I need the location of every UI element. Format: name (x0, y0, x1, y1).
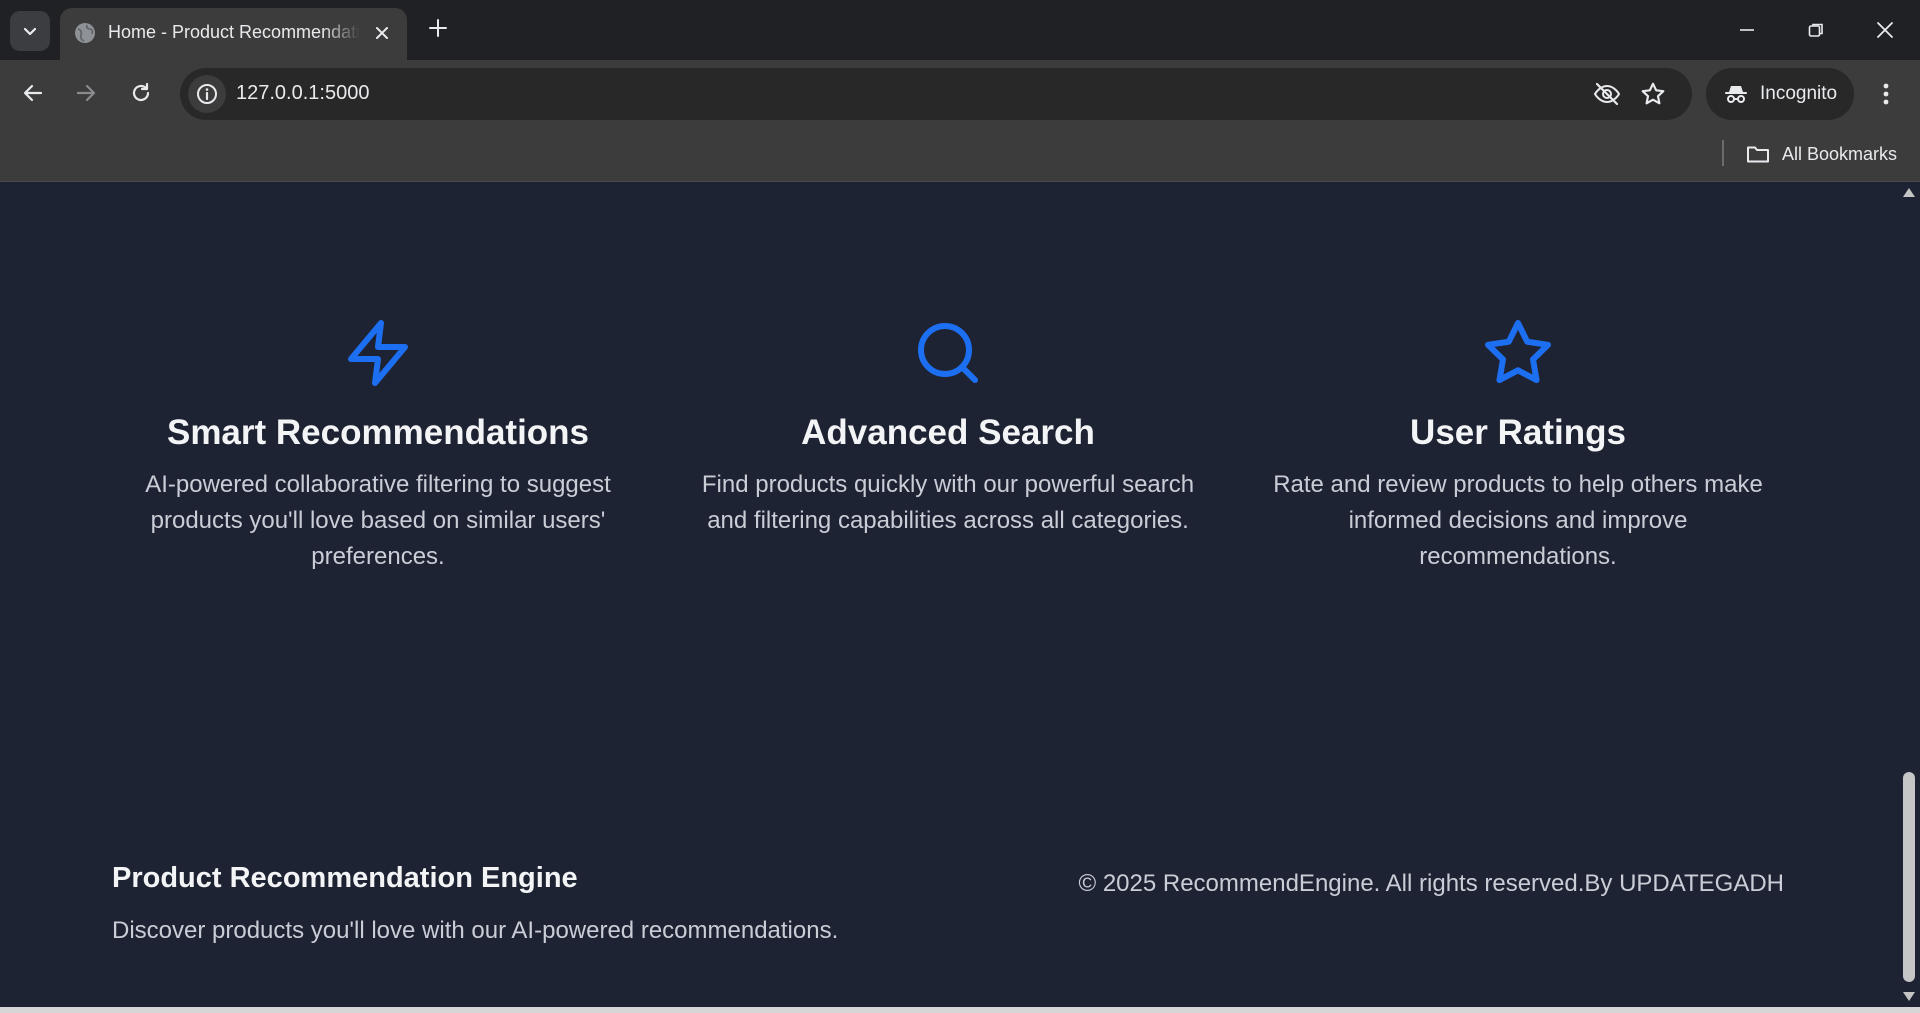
feature-title: User Ratings (1410, 413, 1626, 452)
footer-copyright: © 2025 RecommendEngine. All rights reser… (1078, 870, 1784, 897)
url-text: 127.0.0.1:5000 (236, 82, 370, 104)
search-icon (918, 323, 978, 383)
footer-title: Product Recommendation Engine (112, 862, 578, 894)
footer-tagline: Discover products you'll love with our A… (112, 917, 839, 944)
tab-title: Home - Product Recommendation Engine (108, 22, 360, 42)
close-tab-button[interactable] (371, 22, 393, 44)
feature-card-ratings: User Ratings Rate and review products to… (1258, 317, 1778, 575)
globe-icon (75, 23, 95, 43)
feature-card-recommendations: Smart Recommendations AI-powered collabo… (118, 317, 638, 575)
close-icon (376, 27, 388, 39)
feature-title: Advanced Search (801, 413, 1095, 452)
tracking-protection-button[interactable] (1592, 79, 1622, 109)
restore-icon (1808, 23, 1823, 37)
scroll-up-arrow-icon[interactable] (1903, 188, 1915, 197)
close-icon (1877, 22, 1893, 38)
incognito-indicator[interactable]: Incognito (1706, 68, 1854, 120)
star-icon (1485, 320, 1551, 384)
site-info-button[interactable] (188, 75, 226, 113)
close-window-button[interactable] (1861, 8, 1909, 52)
bookmarks-bar: All Bookmarks (0, 130, 1920, 182)
browser-toolbar: 127.0.0.1:5000 Incognito (0, 60, 1920, 130)
minimize-icon (1740, 29, 1754, 31)
new-tab-button[interactable] (424, 14, 452, 42)
chevron-down-icon (23, 27, 37, 36)
info-icon (197, 84, 217, 104)
reload-button[interactable] (120, 72, 162, 114)
restore-button[interactable] (1792, 8, 1840, 52)
all-bookmarks-button[interactable]: All Bookmarks (1746, 138, 1897, 170)
bookmark-star-button[interactable] (1638, 79, 1668, 109)
arrow-right-icon (76, 84, 96, 102)
minimize-button[interactable] (1723, 8, 1771, 52)
feature-card-search: Advanced Search Find products quickly wi… (688, 317, 1208, 539)
back-button[interactable] (12, 72, 54, 114)
eye-off-icon (1593, 82, 1621, 106)
active-tab[interactable]: Home - Product Recommendation Engine (60, 8, 407, 60)
feature-description: Rate and review products to help others … (1273, 471, 1763, 570)
tab-strip: Home - Product Recommendation Engine (0, 0, 1920, 60)
feature-description: Find products quickly with our powerful … (701, 471, 1195, 534)
incognito-icon (1725, 86, 1747, 103)
plus-icon (429, 19, 447, 37)
window-bottom-edge (0, 1007, 1920, 1013)
all-bookmarks-label: All Bookmarks (1782, 143, 1898, 164)
incognito-label: Incognito (1760, 83, 1838, 104)
star-outline-icon (1641, 82, 1665, 105)
feature-description: AI-powered collaborative filtering to su… (145, 471, 611, 570)
tab-search-button[interactable] (10, 11, 50, 51)
bookmarks-divider (1722, 140, 1724, 166)
more-vertical-icon (1883, 83, 1889, 105)
lightning-icon (348, 320, 408, 386)
arrow-left-icon (23, 84, 43, 102)
browser-menu-button[interactable] (1870, 74, 1902, 114)
scroll-down-arrow-icon[interactable] (1903, 992, 1915, 1001)
address-bar[interactable]: 127.0.0.1:5000 (180, 68, 1692, 120)
folder-icon (1747, 146, 1769, 163)
forward-button[interactable] (65, 72, 107, 114)
reload-icon (132, 82, 150, 102)
feature-title: Smart Recommendations (166, 413, 590, 452)
page-viewport: Smart Recommendations AI-powered collabo… (0, 182, 1898, 1007)
vertical-scrollbar[interactable] (1898, 182, 1920, 1007)
scrollbar-thumb[interactable] (1903, 772, 1915, 982)
